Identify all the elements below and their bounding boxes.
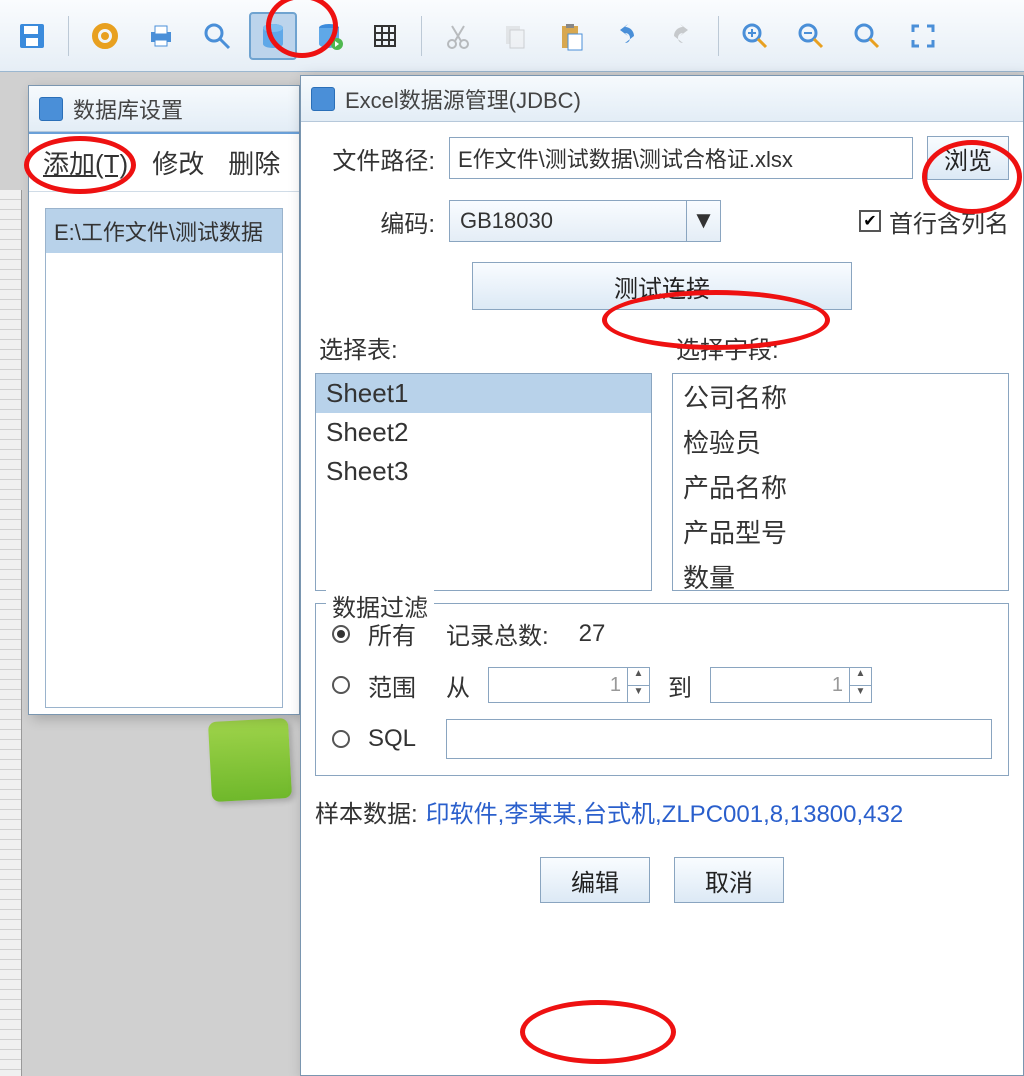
action-bar: 添加(T) 修改 删除	[29, 132, 299, 192]
app-icon	[311, 87, 335, 111]
modify-button[interactable]: 修改	[152, 144, 204, 181]
sql-input[interactable]	[446, 719, 992, 759]
paste-icon[interactable]	[546, 12, 594, 60]
record-total-label: 记录总数:	[446, 616, 549, 651]
gear-icon[interactable]	[81, 12, 129, 60]
browse-button[interactable]: 浏览	[927, 136, 1009, 180]
list-item[interactable]: 数量	[673, 554, 1008, 591]
save-icon[interactable]	[8, 12, 56, 60]
list-item[interactable]: Sheet1	[316, 374, 651, 413]
search-icon[interactable]	[193, 12, 241, 60]
list-item[interactable]: 产品型号	[673, 509, 1008, 554]
file-path-label: 文件路径:	[315, 141, 435, 176]
test-connection-button[interactable]: 测试连接	[472, 262, 852, 310]
encoding-value: GB18030	[450, 208, 686, 234]
edit-button[interactable]: 编辑	[540, 857, 650, 903]
list-item[interactable]: 公司名称	[673, 374, 1008, 419]
sample-data-row: 样本数据: 印软件,李某某,台式机,ZLPC001,8,13800,432	[315, 794, 1009, 829]
record-total-value: 27	[579, 620, 606, 648]
field-listbox[interactable]: 公司名称 检验员 产品名称 产品型号 数量	[672, 373, 1009, 591]
main-toolbar	[0, 0, 1024, 72]
from-label: 从	[446, 668, 470, 703]
delete-button[interactable]: 删除	[228, 144, 280, 181]
fullscreen-icon[interactable]	[899, 12, 947, 60]
add-button[interactable]: 添加(T)	[43, 144, 128, 181]
data-filter-group: 数据过滤 所有 记录总数: 27 范围 从 ▲▼ 到 ▲▼	[315, 603, 1009, 776]
to-input[interactable]	[710, 667, 850, 703]
spinner-up-icon[interactable]: ▲	[628, 668, 649, 686]
list-item[interactable]: Sheet2	[316, 413, 651, 452]
list-item[interactable]: E:\工作文件\测试数据	[46, 209, 282, 253]
select-field-label: 选择字段:	[672, 330, 1009, 365]
canvas-object	[208, 718, 292, 802]
select-table-label: 选择表:	[315, 330, 652, 365]
excel-jdbc-dialog: Excel数据源管理(JDBC) 文件路径: 浏览 编码: GB18030 ▼ …	[300, 75, 1024, 1076]
spinner-down-icon[interactable]: ▼	[850, 686, 871, 703]
vertical-ruler	[0, 190, 22, 1076]
to-label: 到	[668, 668, 692, 703]
encoding-label: 编码:	[315, 204, 435, 239]
datasource-list[interactable]: E:\工作文件\测试数据	[45, 208, 283, 708]
radio-range-label: 范围	[368, 668, 428, 703]
print-icon[interactable]	[137, 12, 185, 60]
from-spinner[interactable]: ▲▼	[488, 667, 650, 703]
checkbox-icon: ✔	[859, 210, 881, 232]
radio-all[interactable]	[332, 625, 350, 643]
cut-icon[interactable]	[434, 12, 482, 60]
list-item[interactable]: 产品名称	[673, 464, 1008, 509]
from-input[interactable]	[488, 667, 628, 703]
spinner-down-icon[interactable]: ▼	[628, 686, 649, 703]
file-path-input[interactable]	[449, 137, 913, 179]
zoom-out-icon[interactable]	[787, 12, 835, 60]
dialog-title: 数据库设置	[73, 93, 183, 125]
zoom-fit-icon[interactable]	[843, 12, 891, 60]
table-listbox[interactable]: Sheet1 Sheet2 Sheet3	[315, 373, 652, 591]
dialog-title-bar[interactable]: Excel数据源管理(JDBC)	[301, 76, 1023, 122]
list-item[interactable]: 检验员	[673, 419, 1008, 464]
encoding-combo[interactable]: GB18030 ▼	[449, 200, 721, 242]
database-settings-dialog: 数据库设置 添加(T) 修改 删除 E:\工作文件\测试数据	[28, 85, 300, 715]
list-item[interactable]: Sheet3	[316, 452, 651, 491]
chevron-down-icon[interactable]: ▼	[686, 201, 720, 241]
spinner-up-icon[interactable]: ▲	[850, 668, 871, 686]
grid-icon[interactable]	[361, 12, 409, 60]
checkbox-label: 首行含列名	[889, 204, 1009, 239]
first-row-header-checkbox[interactable]: ✔ 首行含列名	[859, 204, 1009, 239]
sample-data-value: 印软件,李某某,台式机,ZLPC001,8,13800,432	[426, 801, 904, 828]
undo-icon[interactable]	[602, 12, 650, 60]
database-icon[interactable]	[249, 12, 297, 60]
zoom-in-icon[interactable]	[731, 12, 779, 60]
copy-icon[interactable]	[490, 12, 538, 60]
to-spinner[interactable]: ▲▼	[710, 667, 872, 703]
radio-range[interactable]	[332, 676, 350, 694]
app-icon	[39, 97, 63, 121]
dialog-title-bar[interactable]: 数据库设置	[29, 86, 299, 132]
dialog-title: Excel数据源管理(JDBC)	[345, 83, 581, 115]
radio-sql-label: SQL	[368, 725, 428, 753]
filter-legend: 数据过滤	[326, 588, 434, 623]
database-refresh-icon[interactable]	[305, 12, 353, 60]
sample-data-label: 样本数据:	[315, 801, 418, 828]
cancel-button[interactable]: 取消	[674, 857, 784, 903]
redo-icon[interactable]	[658, 12, 706, 60]
radio-sql[interactable]	[332, 730, 350, 748]
